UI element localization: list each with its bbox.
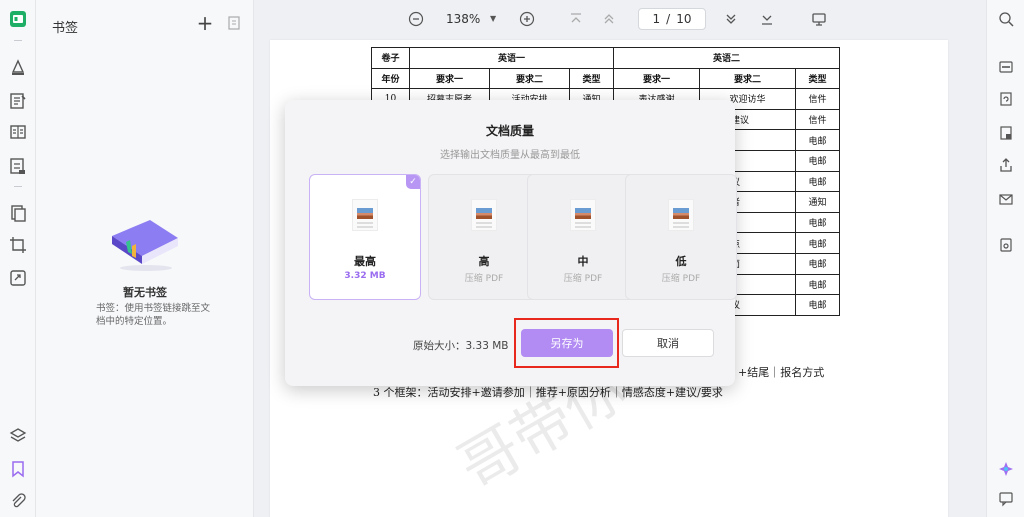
quality-option-label: 中: [577, 255, 589, 268]
empty-bookmark-illustration: [106, 212, 186, 272]
comment-icon[interactable]: [997, 490, 1015, 508]
empty-bookmark-title: 暂无书签: [123, 286, 167, 299]
app-logo-icon[interactable]: [7, 8, 29, 30]
organize-pages-icon[interactable]: [7, 202, 29, 224]
zoom-out-icon[interactable]: [407, 10, 425, 28]
document-text-line: +结尾｜报名方式: [738, 366, 825, 379]
convert-tool-icon[interactable]: [7, 267, 29, 289]
table-cell: 要求二: [699, 67, 796, 90]
top-toolbar: 138% ▼ 1 / 10: [254, 0, 986, 38]
zoom-level[interactable]: 138%: [446, 12, 480, 26]
selected-check-icon: ✓: [406, 175, 420, 189]
protect-icon[interactable]: [997, 124, 1015, 142]
quality-option-size: 3.32 MB: [344, 271, 386, 281]
layers-icon[interactable]: [7, 425, 29, 447]
presentation-icon[interactable]: [810, 10, 828, 28]
quality-option-size: 压缩 PDF: [464, 274, 504, 284]
table-cell: 要求一: [409, 67, 490, 90]
table-cell: 电邮: [795, 211, 840, 234]
pdf-thumbnail-icon: [570, 199, 596, 231]
quality-option-highest[interactable]: ✓ 最高 3.32 MB: [309, 174, 421, 300]
document-quality-dialog: 文档质量 选择输出文档质量从最高到最低 ✓ 最高 3.32 MB 高 压缩 PD…: [285, 100, 737, 386]
quality-option-label: 最高: [354, 255, 376, 268]
table-cell: 要求一: [613, 67, 700, 90]
left-toolbar: [0, 0, 36, 517]
table-cell: 电邮: [795, 149, 840, 172]
crop-tool-icon[interactable]: [7, 234, 29, 256]
quality-option-low[interactable]: 低 压缩 PDF: [625, 174, 737, 300]
last-page-icon[interactable]: [758, 10, 776, 28]
quality-option-size: 压缩 PDF: [563, 274, 603, 284]
pdf-thumbnail-icon: [668, 199, 694, 231]
pdf-thumbnail-icon: [352, 199, 378, 231]
attachment-icon[interactable]: [7, 490, 29, 512]
table-cell: 英语一: [409, 47, 614, 69]
quality-option-high[interactable]: 高 压缩 PDF: [428, 174, 540, 300]
previous-page-icon[interactable]: [600, 10, 618, 28]
table-cell: 要求二: [489, 67, 570, 90]
table-cell: 电邮: [795, 273, 840, 296]
quality-option-label: 高: [478, 255, 490, 268]
highlight-tool-icon[interactable]: [7, 56, 29, 78]
table-header-row: 卷子 英语一 英语二: [371, 47, 840, 69]
share-icon[interactable]: [997, 156, 1015, 174]
table-cell: 电邮: [795, 232, 840, 254]
first-page-icon[interactable]: [567, 10, 585, 28]
form-tool-icon[interactable]: [7, 155, 29, 177]
right-toolbar: [986, 0, 1024, 517]
table-cell: 卷子: [371, 47, 410, 69]
next-page-icon[interactable]: [722, 10, 740, 28]
total-pages: 10: [676, 12, 692, 26]
bookmark-options-icon[interactable]: [226, 15, 242, 31]
ai-assistant-icon[interactable]: [997, 460, 1015, 478]
zoom-in-icon[interactable]: [518, 10, 536, 28]
table-cell: 通知: [795, 191, 840, 213]
email-icon[interactable]: [997, 190, 1015, 208]
table-cell: 英语二: [613, 47, 840, 69]
cancel-button[interactable]: 取消: [622, 329, 714, 357]
current-page: 1: [652, 12, 661, 26]
reader-tool-icon[interactable]: [7, 121, 29, 143]
table-cell: 电邮: [795, 170, 840, 193]
add-bookmark-button[interactable]: +: [196, 13, 214, 33]
bookmark-panel-title: 书签: [52, 21, 79, 36]
ocr-icon[interactable]: [997, 58, 1015, 76]
table-cell: 信件: [795, 88, 840, 110]
dialog-subtitle: 选择输出文档质量从最高到最低: [440, 150, 580, 161]
empty-bookmark-description: 书签：使用书签链接跳至文档中的特定位置。: [96, 303, 211, 327]
table-cell: 类型: [795, 67, 840, 90]
dialog-title: 文档质量: [485, 124, 534, 138]
quality-option-size: 压缩 PDF: [661, 274, 701, 284]
edit-tool-icon[interactable]: [7, 90, 29, 112]
table-cell: 年份: [371, 67, 410, 90]
search-icon[interactable]: [997, 10, 1015, 28]
table-cell: 电邮: [795, 252, 840, 275]
save-as-button[interactable]: 另存为: [521, 329, 613, 357]
page-number-input[interactable]: 1 / 10: [638, 8, 706, 30]
table-cell: 电邮: [795, 129, 840, 151]
page-separator: /: [666, 12, 671, 26]
pdf-thumbnail-icon: [471, 199, 497, 231]
quality-option-label: 低: [675, 255, 687, 268]
table-cell: 信件: [795, 108, 840, 131]
bookmark-panel: 书签 + 暂无书签 书签：使用书签链接跳至文档中的特定位置。: [36, 0, 254, 517]
original-size-text: 原始大小：3.33 MB: [413, 340, 509, 352]
convert-icon[interactable]: [997, 90, 1015, 108]
save-disk-icon[interactable]: [997, 236, 1015, 254]
bookmark-nav-icon[interactable]: [7, 458, 29, 480]
zoom-dropdown-icon[interactable]: ▼: [490, 14, 496, 23]
quality-option-medium[interactable]: 中 压缩 PDF: [527, 174, 639, 300]
table-cell: 电邮: [795, 294, 840, 316]
table-cell: 类型: [569, 67, 614, 90]
table-header-row: 年份 要求一 要求二 类型 要求一 要求二 类型: [371, 67, 840, 90]
